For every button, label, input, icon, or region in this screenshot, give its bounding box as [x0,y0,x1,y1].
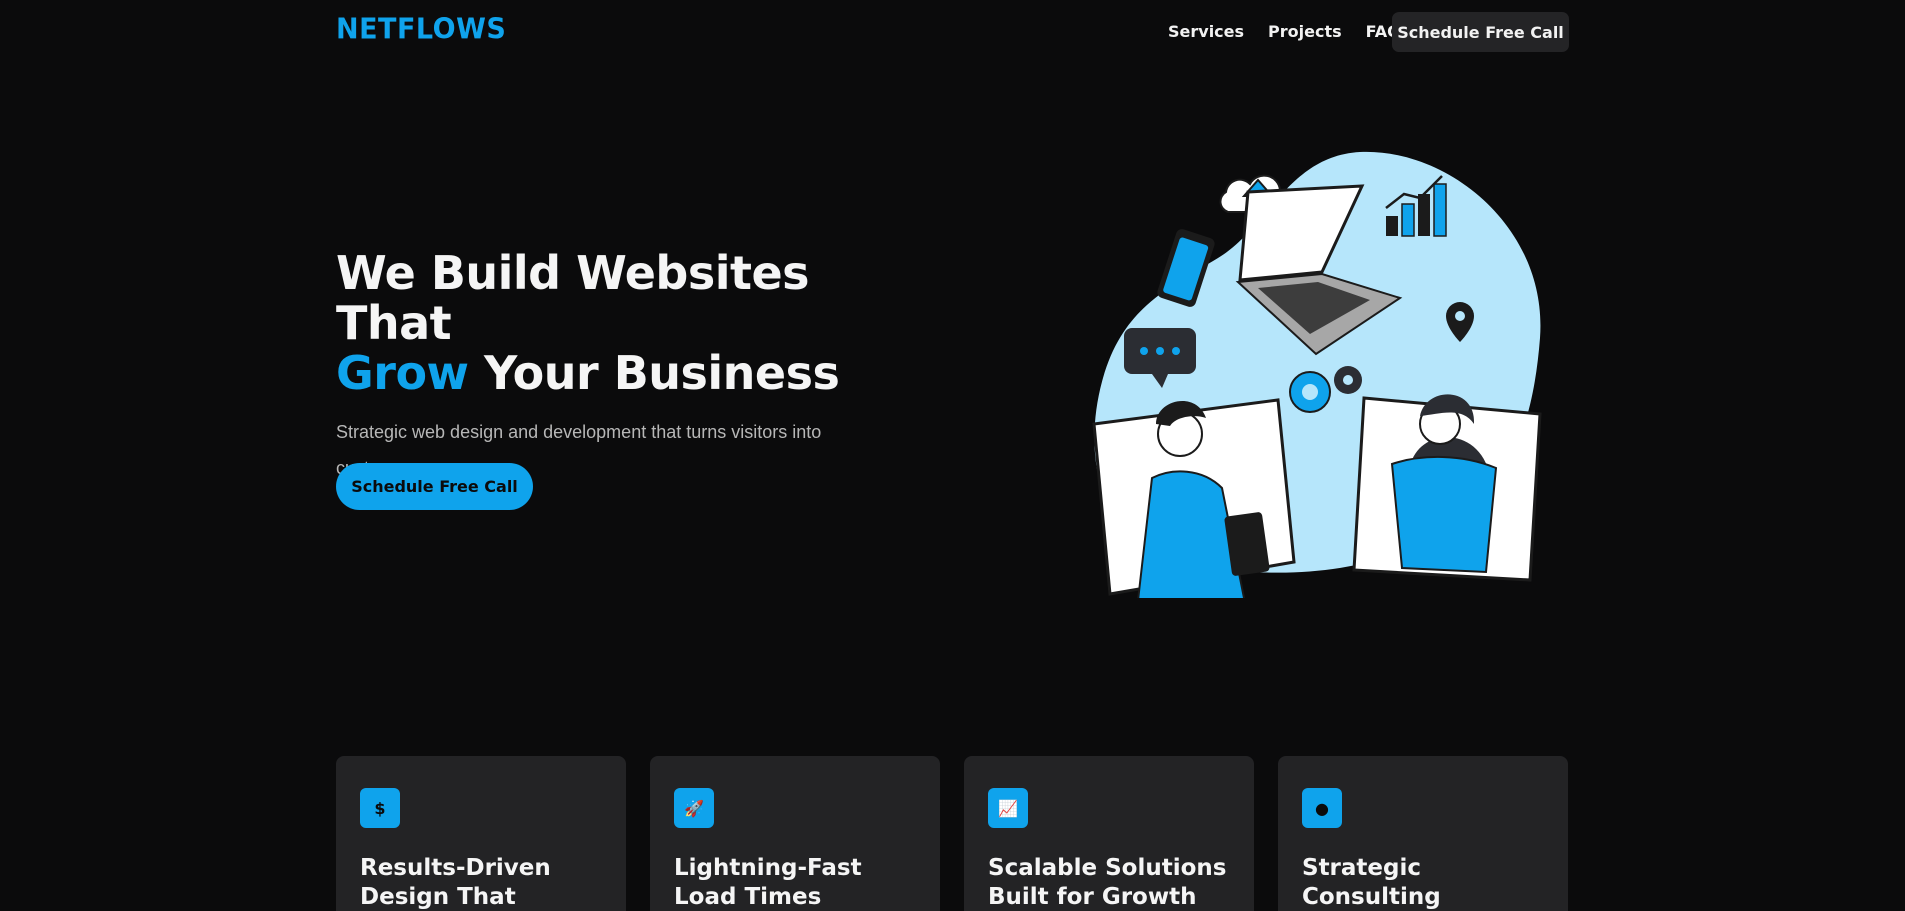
hero-title-line1: We Build Websites That [336,246,810,350]
top-nav: Netflows Services Projects FAQ Schedule … [0,0,1905,65]
feature-card: 🚀 Lightning-Fast Load Times [650,756,940,911]
feature-card: 📈 Scalable Solutions Built for Growth [964,756,1254,911]
hero-title-rest: Your Business [468,346,840,400]
feature-card: ● Strategic Consulting Included [1278,756,1568,911]
rocket-icon: 🚀 [674,788,714,828]
schedule-call-nav-button[interactable]: Schedule Free Call [1392,12,1569,52]
brand-logo[interactable]: Netflows [336,13,506,46]
nav-link-services[interactable]: Services [1168,22,1244,41]
hero-title: We Build Websites That Grow Your Busines… [336,248,896,398]
nav-link-projects[interactable]: Projects [1268,22,1342,41]
feature-title: Results-Driven Design That Converts [360,855,551,910]
man-window [1092,398,1296,598]
feature-title: Scalable Solutions Built for Growth [988,855,1227,910]
nav-links: Services Projects FAQ [1168,22,1425,41]
features-row: $ Results-Driven Design That Converts 🚀 … [336,756,1570,911]
feature-title: Strategic Consulting Included [1302,855,1441,910]
hero-title-accent: Grow [336,346,469,400]
schedule-call-hero-button[interactable]: Schedule Free Call [336,463,533,510]
feature-title: Lightning-Fast Load Times [674,855,862,910]
dollar-icon: $ [360,788,400,828]
brain-icon: ● [1302,788,1342,828]
chart-line-icon: 📈 [988,788,1028,828]
feature-card: $ Results-Driven Design That Converts [336,756,626,911]
hero-illustration [1092,151,1542,598]
hero-section: We Build Websites That Grow Your Busines… [336,248,896,486]
woman-window [1352,394,1542,582]
